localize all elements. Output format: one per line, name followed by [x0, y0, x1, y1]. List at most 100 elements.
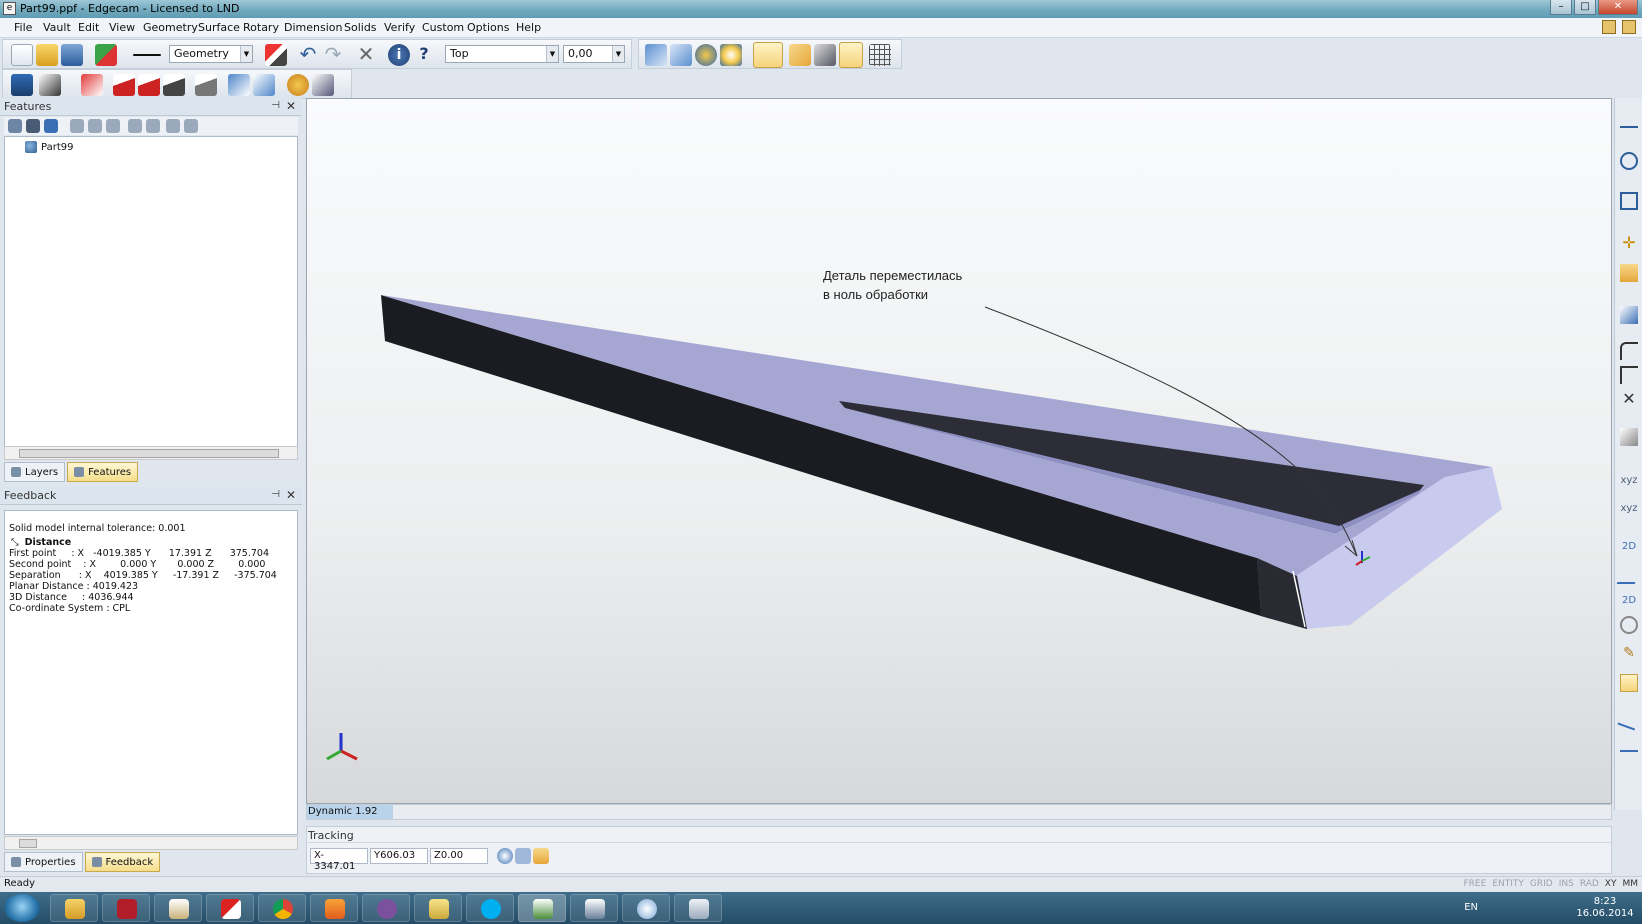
edit-icon[interactable] — [1602, 20, 1616, 34]
extend-tool-icon[interactable] — [1617, 707, 1641, 731]
feature-boss-icon[interactable] — [106, 119, 120, 133]
feature-step-icon[interactable] — [128, 119, 142, 133]
xyz-offset-icon[interactable]: xyz — [1620, 500, 1638, 518]
features-scrollbar[interactable] — [4, 446, 298, 460]
pen-tool-icon[interactable]: ✎ — [1620, 644, 1638, 662]
maximize-button[interactable]: □ — [1574, 0, 1596, 15]
tab-layers[interactable]: Layers — [4, 462, 66, 482]
edgecam-icon[interactable]: e — [3, 2, 16, 15]
start-button[interactable] — [4, 894, 40, 922]
pin-icon[interactable]: ⊣ — [271, 100, 280, 111]
break-tool-icon[interactable] — [1620, 428, 1638, 446]
surface-icon[interactable] — [195, 74, 217, 96]
taskbar-media-player[interactable] — [310, 894, 358, 922]
point-tool-icon[interactable]: ✛ — [1620, 234, 1638, 252]
taskbar-pro-app[interactable] — [154, 894, 202, 922]
2d-offset-icon[interactable]: 2D — [1620, 592, 1638, 610]
menu-options[interactable]: Options — [467, 21, 509, 34]
rotate-view-icon[interactable] — [695, 44, 717, 66]
curve-tool-icon[interactable] — [1620, 734, 1638, 752]
taskbar-calculator[interactable] — [674, 894, 722, 922]
close-icon[interactable]: ✕ — [286, 488, 296, 502]
shaded-cube-icon[interactable] — [753, 42, 783, 68]
chevron-down-icon[interactable]: ▼ — [240, 46, 252, 62]
mode-mm[interactable]: MM — [1622, 879, 1638, 889]
taskbar-solidworks[interactable] — [206, 894, 254, 922]
lock-icon[interactable] — [533, 848, 549, 864]
tab-feedback[interactable]: Feedback — [84, 852, 161, 872]
tab-properties[interactable]: Properties — [4, 852, 83, 872]
array-icon[interactable] — [312, 74, 334, 96]
depth-select[interactable]: 0,00 ▼ — [563, 45, 625, 63]
feature-pocket-icon[interactable] — [88, 119, 102, 133]
grid-icon[interactable] — [869, 44, 891, 66]
mode-grid[interactable]: GRID — [1530, 879, 1553, 889]
taskbar-edgecam-1[interactable] — [518, 894, 566, 922]
toolpath-icon[interactable] — [814, 44, 836, 66]
color-picker-icon[interactable] — [95, 44, 117, 66]
feature-number-icon[interactable] — [146, 119, 160, 133]
mirror-icon[interactable] — [253, 74, 275, 96]
open-folder-icon[interactable] — [36, 44, 58, 66]
mode-entity[interactable]: ENTITY — [1492, 879, 1524, 889]
solid-shading-icon[interactable] — [789, 44, 811, 66]
taskbar-chrome[interactable] — [258, 894, 306, 922]
scrollbar-thumb[interactable] — [19, 449, 279, 458]
profile-tool-icon[interactable] — [1616, 566, 1642, 584]
solid-tool-icon[interactable] — [1620, 264, 1638, 282]
taskbar-paint[interactable] — [622, 894, 670, 922]
menu-edit[interactable]: Edit — [78, 21, 99, 34]
save-icon[interactable] — [61, 44, 83, 66]
mode-rad[interactable]: RAD — [1580, 879, 1599, 889]
line-tool-icon[interactable] — [1620, 110, 1638, 128]
pin-icon[interactable]: ⊣ — [271, 489, 280, 500]
feature-finder-icon[interactable] — [81, 74, 103, 96]
menu-dimension[interactable]: Dimension — [284, 21, 342, 34]
whats-this-icon[interactable]: ? — [413, 44, 435, 66]
line-style-icon[interactable] — [133, 54, 161, 56]
menu-custom[interactable]: Custom — [422, 21, 464, 34]
feature-parallel-icon[interactable] — [166, 119, 180, 133]
undo-icon[interactable]: ↶ — [297, 44, 319, 66]
new-file-icon[interactable] — [11, 44, 33, 66]
taskbar-explorer[interactable] — [50, 894, 98, 922]
redo-icon[interactable]: ↷ — [322, 44, 344, 66]
tree-item-part[interactable]: Part99 — [25, 141, 73, 153]
menu-view[interactable]: View — [109, 21, 135, 34]
cpl-icon[interactable] — [839, 42, 863, 68]
chevron-down-icon[interactable]: ▼ — [546, 46, 558, 62]
2d-tool-icon[interactable]: 2D — [1620, 538, 1638, 556]
layer-select[interactable]: Geometry ▼ — [169, 45, 253, 63]
pan-icon[interactable] — [720, 44, 742, 66]
snap-icon[interactable] — [515, 848, 531, 864]
rectangle-tool-icon[interactable] — [1620, 192, 1638, 210]
menu-vault[interactable]: Vault — [43, 21, 71, 34]
solid-icon[interactable] — [163, 74, 185, 96]
taskbar-cad-app[interactable] — [102, 894, 150, 922]
tracking-y-field[interactable]: Y606.03 — [370, 848, 428, 864]
minimize-button[interactable]: – — [1550, 0, 1572, 15]
machine-tool-icon[interactable] — [39, 74, 61, 96]
corner-tool-icon[interactable] — [1620, 366, 1638, 384]
tab-features[interactable]: Features — [67, 462, 139, 482]
tracking-z-field[interactable]: Z0.00 — [430, 848, 488, 864]
feature-options-icon[interactable] — [184, 119, 198, 133]
tracking-x-field[interactable]: X-3347.01 — [310, 848, 368, 872]
circle-tool-icon[interactable] — [1620, 152, 1638, 170]
menu-help[interactable]: Help — [516, 21, 541, 34]
taskbar-viber[interactable] — [362, 894, 410, 922]
spiral-tool-icon[interactable] — [1620, 616, 1638, 634]
feedback-scrollbar[interactable] — [4, 836, 298, 850]
delete-icon[interactable]: ✕ — [355, 44, 377, 66]
fixture-icon[interactable] — [138, 74, 160, 96]
move-icon[interactable] — [645, 44, 667, 66]
taskbar-folder[interactable] — [414, 894, 462, 922]
machining-chart-icon[interactable] — [11, 74, 33, 96]
regenerate-icon[interactable] — [287, 74, 309, 96]
fillet-tool-icon[interactable] — [1620, 342, 1638, 360]
mode-xy[interactable]: XY — [1605, 879, 1617, 889]
trim-tool-icon[interactable]: ✕ — [1620, 390, 1638, 408]
taskbar-edgecam-2[interactable] — [570, 894, 618, 922]
scrollbar-thumb[interactable] — [19, 839, 37, 848]
copy-icon[interactable] — [670, 44, 692, 66]
